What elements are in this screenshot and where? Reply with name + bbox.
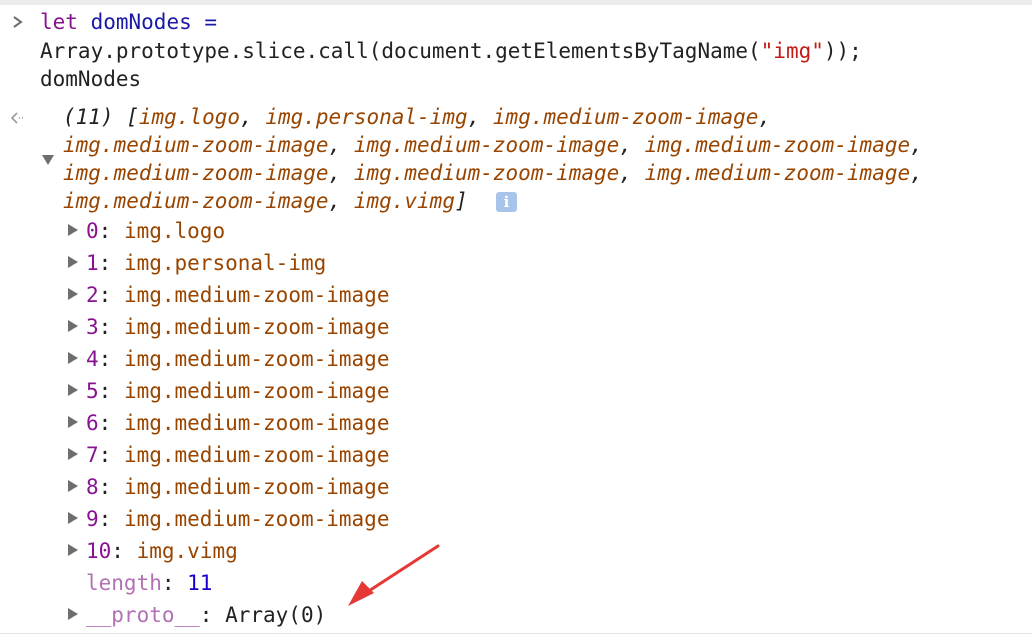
preview-separator: , (758, 105, 772, 129)
variable-reference: domNodes (40, 67, 142, 91)
array-item-value: img.medium-zoom-image (123, 443, 390, 467)
array-item-index: 7 (86, 443, 99, 467)
triangle-right-icon[interactable] (68, 416, 78, 428)
triangle-right-icon[interactable] (68, 480, 78, 492)
preview-node: img.vimg (353, 189, 455, 213)
array-item-value: img.medium-zoom-image (123, 475, 390, 499)
array-item-row[interactable]: 9: img.medium-zoom-image (86, 505, 389, 533)
call-close: )); (823, 39, 862, 63)
array-item-row[interactable]: 5: img.medium-zoom-image (86, 377, 389, 405)
proto-value: Array(0) (225, 603, 327, 627)
red-arrow-icon (348, 544, 440, 606)
chevron-right-icon (13, 16, 23, 28)
triangle-right-icon[interactable] (68, 512, 78, 524)
preview-node: img.personal-img (265, 105, 468, 129)
preview-node: img.medium-zoom-image (353, 161, 620, 185)
preview-node: img.medium-zoom-image (353, 133, 620, 157)
array-item-value: img.logo (123, 219, 226, 243)
preview-separator: , (328, 133, 354, 157)
array-item-row[interactable]: 4: img.medium-zoom-image (86, 345, 389, 373)
array-item-value: img.medium-zoom-image (123, 283, 390, 307)
console-top-border (0, 0, 1032, 5)
array-item-index: 10 (86, 539, 112, 563)
preview-separator: , (910, 133, 923, 157)
preview-separator: , (619, 133, 645, 157)
input-line-2[interactable]: Array.prototype.slice.call(document.getE… (40, 37, 862, 65)
call-expression: Array.prototype.slice.call(document.getE… (40, 39, 761, 63)
array-item-index: 1 (86, 251, 99, 275)
triangle-right-icon[interactable] (68, 544, 78, 556)
preview-node: img.medium-zoom-image (644, 161, 911, 185)
preview-bracket: ] (454, 189, 468, 213)
return-arrow-icon (10, 112, 23, 124)
triangle-right-icon[interactable] (68, 384, 78, 396)
variable-name: domNodes (90, 10, 192, 34)
triangle-right-icon[interactable] (68, 448, 78, 460)
array-item-row[interactable]: 10: img.vimg (86, 537, 238, 565)
devtools-console: let domNodes = Array.prototype.slice.cal… (0, 0, 1032, 644)
array-preview-line-3[interactable]: img.medium-zoom-image, img.medium-zoom-i… (63, 159, 923, 187)
array-item-row[interactable]: 2: img.medium-zoom-image (86, 281, 389, 309)
array-item-value: img.medium-zoom-image (123, 379, 390, 403)
proto-key: __proto__ (86, 603, 200, 627)
proto-property[interactable]: __proto__: Array(0) (86, 601, 326, 629)
array-preview-line-4[interactable]: img.medium-zoom-image, img.vimg] (63, 187, 468, 215)
string-literal: "img" (760, 39, 824, 63)
triangle-right-icon[interactable] (68, 224, 78, 236)
array-item-row[interactable]: 0: img.logo (86, 217, 225, 245)
length-property: length: 11 (86, 571, 213, 595)
preview-separator: , (328, 161, 354, 185)
array-item-value: img.medium-zoom-image (123, 315, 390, 339)
array-item-index: 9 (86, 507, 99, 531)
preview-count: (11) [ (63, 105, 139, 129)
input-line-1[interactable]: let domNodes = (40, 8, 217, 36)
array-item-index: 2 (86, 283, 99, 307)
triangle-down-icon[interactable] (42, 155, 54, 165)
array-item-row[interactable]: 8: img.medium-zoom-image (86, 473, 389, 501)
preview-node: img.medium-zoom-image (63, 133, 329, 157)
array-item-value: img.medium-zoom-image (123, 411, 390, 435)
preview-node: img.medium-zoom-image (492, 105, 759, 129)
array-preview-line-1[interactable]: (11) [img.logo, img.personal-img, img.me… (63, 103, 771, 131)
triangle-right-icon[interactable] (68, 352, 78, 364)
preview-separator: , (910, 161, 923, 185)
array-item-row[interactable]: 1: img.personal-img (86, 249, 326, 277)
keyword-let: let (40, 10, 78, 34)
triangle-right-icon[interactable] (68, 320, 78, 332)
array-item-index: 3 (86, 315, 99, 339)
preview-separator: , (240, 105, 266, 129)
preview-node: img.medium-zoom-image (63, 189, 329, 213)
array-item-row[interactable]: 7: img.medium-zoom-image (86, 441, 389, 469)
triangle-right-icon[interactable] (68, 288, 78, 300)
preview-node: img.medium-zoom-image (63, 161, 329, 185)
info-icon[interactable]: i (496, 192, 517, 212)
array-item-value: img.personal-img (123, 251, 327, 275)
preview-separator: , (467, 105, 493, 129)
length-value: 11 (187, 571, 213, 595)
array-item-row[interactable]: 3: img.medium-zoom-image (86, 313, 389, 341)
array-item-index: 0 (86, 219, 99, 243)
console-bottom-border (0, 633, 1032, 634)
input-line-3[interactable]: domNodes (40, 65, 141, 93)
array-item-value: img.medium-zoom-image (123, 507, 390, 531)
array-item-index: 8 (86, 475, 99, 499)
array-item-value: img.vimg (136, 539, 238, 563)
array-preview-line-2[interactable]: img.medium-zoom-image, img.medium-zoom-i… (63, 131, 923, 159)
array-item-index: 4 (86, 347, 99, 371)
preview-separator: , (328, 189, 354, 213)
preview-node: img.logo (138, 105, 241, 129)
info-badge-label: i (503, 193, 510, 211)
array-item-row[interactable]: 6: img.medium-zoom-image (86, 409, 389, 437)
assignment-operator: = (204, 10, 218, 34)
triangle-right-icon[interactable] (68, 608, 78, 620)
array-item-index: 5 (86, 379, 99, 403)
preview-node: img.medium-zoom-image (644, 133, 911, 157)
preview-separator: , (619, 161, 645, 185)
array-item-index: 6 (86, 411, 99, 435)
length-key: length (86, 571, 162, 595)
array-item-value: img.medium-zoom-image (123, 347, 390, 371)
triangle-right-icon[interactable] (68, 256, 78, 268)
